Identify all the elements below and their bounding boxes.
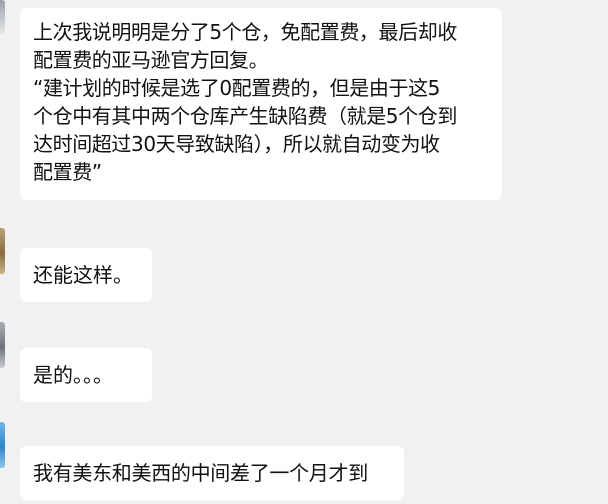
message-bubble[interactable]: 还能这样。 — [20, 248, 152, 302]
message-text-line: 配置费的亚马逊官方回复。 — [33, 48, 269, 72]
message-text-line: 我有美东和美西的中间差了一个月才到 — [33, 461, 368, 485]
sender-avatar[interactable] — [0, 0, 5, 34]
sender-avatar[interactable] — [0, 322, 5, 368]
sender-avatar[interactable] — [0, 422, 5, 468]
message-bubble[interactable]: 是的。。。 — [20, 348, 152, 402]
message-text-line: “建计划的时候是选了0配置费的，但是由于这5 — [33, 76, 441, 100]
message-text-line: 达时间超过30天导致缺陷），所以就自动变为收 — [33, 132, 440, 156]
chat-message-list[interactable]: 上次我说明明是分了5个仓，免配置费，最后却收 配置费的亚马逊官方回复。 “建计划… — [0, 0, 608, 504]
message-text-line: 是的。。。 — [33, 363, 113, 387]
message-text-line: 上次我说明明是分了5个仓，免配置费，最后却收 — [33, 20, 457, 44]
sender-avatar[interactable] — [0, 228, 5, 274]
message-text-line: 个仓中有其中两个仓库产生缺陷费（就是5个仓到 — [33, 104, 457, 128]
message-bubble[interactable]: 我有美东和美西的中间差了一个月才到 — [20, 446, 404, 500]
message-text-line: 配置费” — [33, 160, 102, 184]
message-bubble[interactable]: 上次我说明明是分了5个仓，免配置费，最后却收 配置费的亚马逊官方回复。 “建计划… — [20, 8, 502, 200]
message-text-line: 还能这样。 — [33, 263, 133, 287]
